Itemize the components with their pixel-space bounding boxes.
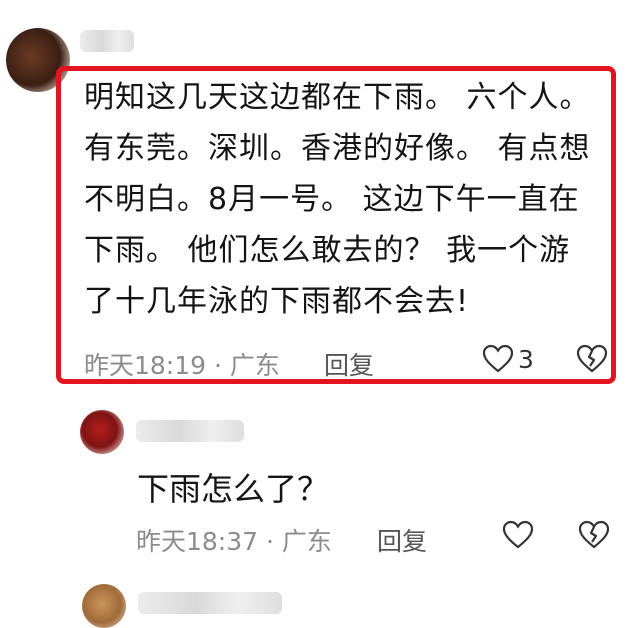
username-blurred[interactable]	[80, 30, 134, 52]
comment-line: 下雨。 他们怎么敢去的？ 我一个游	[84, 233, 571, 268]
heart-icon	[502, 520, 534, 549]
broken-heart-icon	[578, 520, 610, 549]
comment-time-location: 昨天18:37 · 广东	[136, 527, 332, 556]
dislike-button[interactable]	[578, 520, 610, 554]
comment-line: 不明白。8月一号。 这边下午一直在	[84, 182, 580, 217]
dislike-button[interactable]	[576, 344, 608, 378]
comment-line: 明知这几天这边都在下雨。 六个人。	[84, 80, 591, 115]
broken-heart-icon	[576, 344, 608, 373]
like-count: 3	[518, 344, 534, 374]
comment-text: 下雨怎么了？	[137, 470, 330, 508]
heart-icon	[482, 344, 514, 373]
reply-button[interactable]: 回复	[377, 522, 427, 558]
like-button[interactable]	[502, 520, 534, 550]
avatar[interactable]	[80, 410, 124, 454]
username-blurred[interactable]	[136, 420, 244, 442]
comment-time-location: 昨天18:19 · 广东	[84, 351, 280, 380]
comment-line: 有东莞。深圳。香港的好像。 有点想	[84, 131, 591, 166]
comment-text: 明知这几天这边都在下雨。 六个人。 有东莞。深圳。香港的好像。 有点想 不明白。…	[84, 72, 614, 327]
avatar[interactable]	[82, 584, 126, 628]
comment-line: 了十几年泳的下雨都不会去!	[84, 284, 470, 319]
username-blurred[interactable]	[138, 592, 282, 614]
reply-button[interactable]: 回复	[324, 346, 374, 382]
like-button[interactable]: 3	[482, 344, 534, 374]
